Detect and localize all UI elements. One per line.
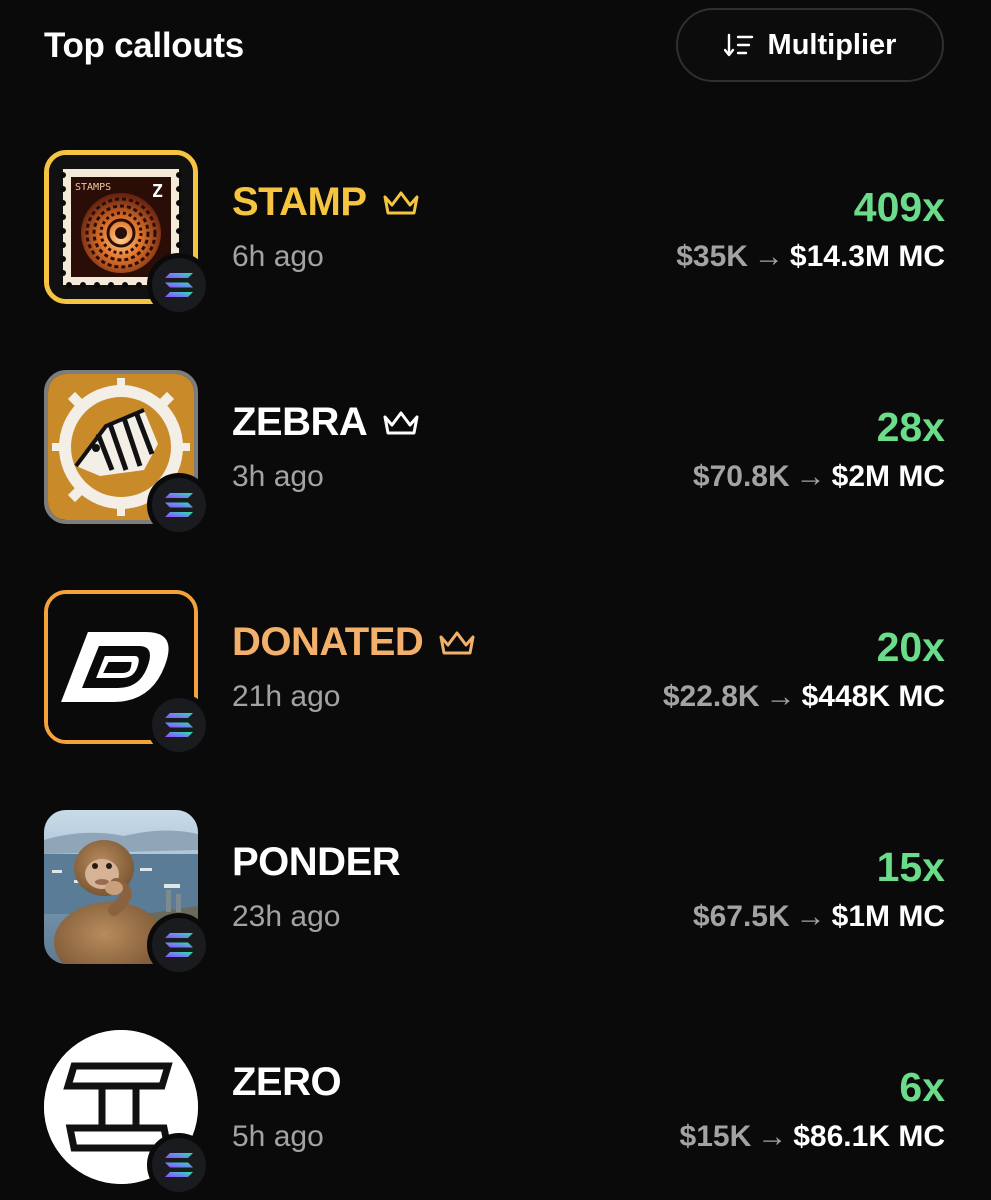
token-name-line: STAMP (232, 180, 421, 225)
crown-icon (383, 411, 419, 434)
sort-descending-icon (723, 33, 753, 57)
token-avatar (44, 370, 211, 537)
token-name-line: ZERO (232, 1060, 342, 1105)
mc-from: $15K (679, 1120, 752, 1153)
callout-time: 21h ago (232, 680, 341, 713)
arrow-right-icon: → (753, 240, 784, 273)
market-cap-change: $67.5K → $1M MC (693, 900, 945, 934)
mc-to: $86.1K (793, 1120, 890, 1153)
solana-chain-badge (147, 1133, 211, 1197)
mc-to: $14.3M (789, 240, 890, 273)
sort-button[interactable]: Multiplier (676, 8, 944, 82)
callout-row-ponder[interactable]: PONDER 23h ago 15x $67.5K → $1M MC (0, 810, 991, 980)
solana-icon (165, 493, 193, 517)
token-name: ZERO (232, 1060, 342, 1104)
multiplier-value: 409x (853, 184, 945, 230)
mc-from: $22.8K (662, 680, 760, 713)
solana-icon (165, 933, 193, 957)
solana-chain-badge (147, 693, 211, 757)
arrow-right-icon: → (795, 900, 826, 933)
token-name: ZEBRA (232, 400, 368, 444)
token-avatar (44, 810, 211, 977)
arrow-right-icon: → (765, 680, 796, 713)
multiplier-value: 28x (876, 404, 945, 450)
mc-unit: MC (898, 460, 945, 493)
callout-row-zero[interactable]: ZERO 5h ago 6x $15K → $86.1K MC (0, 1030, 991, 1200)
callout-row-stamp[interactable]: STAMPS Z STAMP 6h ago 409x $35K → $14.3M… (0, 150, 991, 320)
token-avatar (44, 590, 211, 757)
token-avatar (44, 1030, 211, 1197)
mc-unit: MC (898, 680, 945, 713)
mc-from: $67.5K (692, 900, 790, 933)
callout-row-zebra[interactable]: ZEBRA 3h ago 28x $70.8K → $2M MC (0, 370, 991, 540)
token-name: DONATED (232, 620, 424, 664)
market-cap-change: $22.8K → $448K MC (663, 680, 945, 714)
token-avatar: STAMPS Z (44, 150, 211, 317)
solana-icon (165, 1153, 193, 1177)
callout-time: 5h ago (232, 1120, 324, 1153)
page-title: Top callouts (44, 26, 244, 65)
stamp-avatar-label: STAMPS (75, 182, 111, 193)
callout-row-donated[interactable]: DONATED 21h ago 20x $22.8K → $448K MC (0, 590, 991, 760)
crown-icon (383, 191, 419, 214)
token-name: PONDER (232, 840, 401, 884)
mc-from: $70.8K (692, 460, 790, 493)
solana-icon (165, 273, 193, 297)
token-name: STAMP (232, 180, 367, 224)
market-cap-change: $35K → $14.3M MC (676, 240, 945, 274)
token-name-line: ZEBRA (232, 400, 421, 445)
callout-time: 3h ago (232, 460, 324, 493)
callout-time: 23h ago (232, 900, 341, 933)
mc-to: $2M (831, 460, 890, 493)
mc-unit: MC (898, 900, 945, 933)
sort-label: Multiplier (767, 28, 897, 61)
stamp-avatar-glyph: Z (152, 181, 163, 202)
solana-icon (165, 713, 193, 737)
crown-icon (439, 631, 475, 654)
mc-to: $448K (801, 680, 890, 713)
multiplier-value: 15x (876, 844, 945, 890)
callout-time: 6h ago (232, 240, 324, 273)
mc-from: $35K (676, 240, 748, 273)
solana-chain-badge (147, 913, 211, 977)
arrow-right-icon: → (795, 460, 826, 493)
token-name-line: PONDER (232, 840, 401, 885)
mc-to: $1M (831, 900, 890, 933)
multiplier-value: 6x (899, 1064, 945, 1110)
multiplier-value: 20x (876, 624, 945, 670)
token-name-line: DONATED (232, 620, 477, 665)
solana-chain-badge (147, 473, 211, 537)
market-cap-change: $70.8K → $2M MC (693, 460, 945, 494)
mc-unit: MC (898, 1120, 945, 1153)
market-cap-change: $15K → $86.1K MC (680, 1120, 945, 1154)
mc-unit: MC (898, 240, 945, 273)
solana-chain-badge (147, 253, 211, 317)
header: Top callouts Multiplier (0, 0, 991, 100)
arrow-right-icon: → (757, 1120, 788, 1153)
